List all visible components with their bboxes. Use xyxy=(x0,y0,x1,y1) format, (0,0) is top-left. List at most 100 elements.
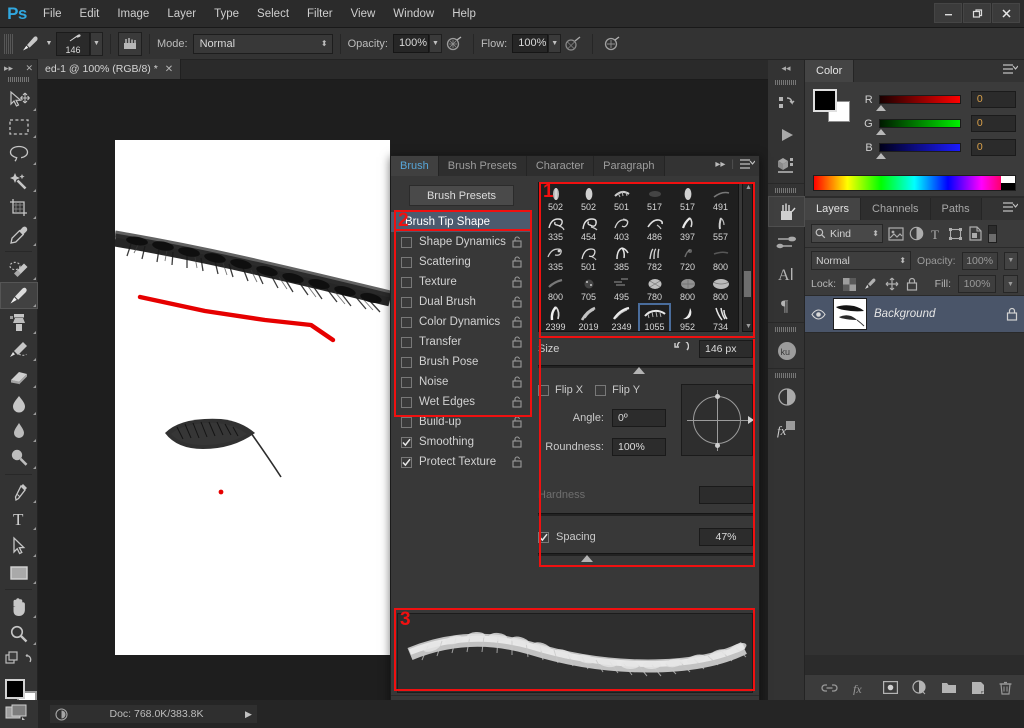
brush-panel[interactable]: Brush Brush Presets Character Paragraph … xyxy=(390,155,760,720)
tool-brush[interactable] xyxy=(0,282,38,309)
filter-shape-layers-icon[interactable] xyxy=(948,227,963,241)
channel-thumb-b[interactable] xyxy=(875,153,886,159)
foreground-swatch[interactable] xyxy=(813,89,837,112)
add-layer-mask-icon[interactable] xyxy=(883,681,898,694)
airbrush-icon[interactable] xyxy=(561,32,585,56)
brush-tip-cell[interactable]: 502 xyxy=(572,183,605,213)
status-expand-arrow-icon[interactable]: ▶ xyxy=(245,709,252,720)
brush-tip-cell[interactable]: 734 xyxy=(704,303,737,331)
menu-layer[interactable]: Layer xyxy=(158,0,205,28)
filter-adjustment-layers-icon[interactable] xyxy=(909,226,924,241)
lock-image-pixels-icon[interactable] xyxy=(863,278,878,291)
close-icon[interactable]: ✕ xyxy=(165,64,173,75)
brush-option-dual-brush[interactable]: Dual Brush xyxy=(391,292,532,312)
layer-fill-input[interactable]: 100% xyxy=(958,275,996,293)
brush-tool-icon[interactable] xyxy=(18,32,42,56)
tool-path-selection[interactable] xyxy=(0,532,38,559)
tab-channels[interactable]: Channels xyxy=(861,198,931,220)
expand-panels-icon[interactable]: ◂◂ xyxy=(768,60,804,76)
brush-tip-cell[interactable]: 800 xyxy=(671,273,704,303)
channel-slider-r[interactable] xyxy=(875,95,961,111)
brush-option-brush-tip-shape[interactable]: Brush Tip Shape xyxy=(391,212,532,232)
brush-grid-scrollbar[interactable]: ▲ ▼ xyxy=(742,182,753,332)
tool-rectangular-marquee[interactable] xyxy=(0,113,38,140)
edit-toolbar-button[interactable] xyxy=(0,647,38,671)
brush-tip-cell[interactable]: 952 xyxy=(671,303,704,331)
brush-panel-icon[interactable] xyxy=(768,196,805,227)
restore-button[interactable] xyxy=(963,3,991,23)
layer-opacity-dropdown[interactable]: ▼ xyxy=(1003,251,1019,270)
brush-tip-cell[interactable]: 800 xyxy=(704,273,737,303)
black-white-swatch[interactable] xyxy=(1001,176,1015,190)
tab-brush-presets[interactable]: Brush Presets xyxy=(438,156,527,176)
preview-icon[interactable] xyxy=(55,707,68,721)
checkbox[interactable] xyxy=(401,276,412,288)
brush-option-texture[interactable]: Texture xyxy=(391,272,532,292)
rail-grip[interactable] xyxy=(775,373,797,378)
brush-tip-cell[interactable]: 705 xyxy=(572,273,605,303)
brush-preset-chevron-icon[interactable]: ▼ xyxy=(42,32,56,56)
brush-presets-panel-icon[interactable] xyxy=(768,227,805,258)
layer-opacity-input[interactable]: 100% xyxy=(961,251,998,270)
brush-option-noise[interactable]: Noise xyxy=(391,372,532,392)
angle-input[interactable]: 0º xyxy=(612,409,666,427)
new-layer-icon[interactable] xyxy=(971,681,985,695)
tab-paragraph[interactable]: Paragraph xyxy=(594,156,665,176)
paragraph-panel-icon[interactable]: ¶ xyxy=(768,289,805,320)
scroll-up-icon[interactable]: ▲ xyxy=(745,184,752,191)
new-adjustment-layer-icon[interactable] xyxy=(912,680,927,695)
brush-option-color-dynamics[interactable]: Color Dynamics xyxy=(391,312,532,332)
brush-tip-cell[interactable]: 491 xyxy=(704,183,737,213)
filter-type-layers-icon[interactable]: T xyxy=(929,227,943,241)
rail-grip[interactable] xyxy=(775,327,797,332)
tab-brush[interactable]: Brush xyxy=(391,156,439,176)
layer-filter-kind-select[interactable]: Kind ⬍ xyxy=(811,224,883,243)
size-slider-thumb[interactable] xyxy=(633,367,645,374)
channel-thumb-r[interactable] xyxy=(875,105,886,111)
3d-panel-icon[interactable] xyxy=(768,150,805,181)
lock-transparent-pixels-icon[interactable] xyxy=(843,277,857,291)
table-row[interactable]: Background xyxy=(805,295,1024,333)
brush-tip-cell[interactable]: 397 xyxy=(671,213,704,243)
brush-tip-cell[interactable]: 495 xyxy=(605,273,638,303)
checkbox[interactable] xyxy=(401,376,412,388)
tab-layers[interactable]: Layers xyxy=(805,198,862,220)
adjustments-panel-icon[interactable] xyxy=(768,381,805,412)
brush-tip-cell[interactable]: 486 xyxy=(638,213,671,243)
flow-input[interactable]: 100% xyxy=(512,34,549,53)
flip-y-checkbox[interactable] xyxy=(595,384,607,396)
layers-list-body[interactable] xyxy=(805,333,1024,655)
brush-tip-cell[interactable]: 454 xyxy=(572,213,605,243)
checkbox[interactable] xyxy=(401,456,412,468)
layers-panel-menu-icon[interactable] xyxy=(1003,202,1018,213)
options-bar-grip[interactable] xyxy=(4,33,13,54)
filter-smart-objects-icon[interactable] xyxy=(968,226,983,241)
layer-filter-toggle[interactable] xyxy=(988,224,997,243)
menu-type[interactable]: Type xyxy=(205,0,248,28)
brush-tip-cell-selected[interactable]: 1055 xyxy=(638,303,671,331)
brush-tip-grid[interactable]: 502 502 501 517 517 491 335 454 403 486 … xyxy=(538,182,739,332)
brush-tip-cell[interactable]: 2019 xyxy=(572,303,605,331)
spacing-slider-track[interactable] xyxy=(538,553,753,556)
tool-horizontal-type[interactable]: T xyxy=(0,505,38,532)
brush-tip-cell[interactable]: 557 xyxy=(704,213,737,243)
lock-icon[interactable] xyxy=(512,276,523,288)
tool-history-brush[interactable] xyxy=(0,336,38,363)
channel-slider-g[interactable] xyxy=(875,119,961,135)
channel-thumb-g[interactable] xyxy=(875,129,886,135)
checkbox[interactable] xyxy=(401,396,412,408)
brush-tip-cell[interactable]: 335 xyxy=(539,243,572,273)
delete-layer-icon[interactable] xyxy=(999,681,1012,695)
tool-quick-selection[interactable] xyxy=(0,167,38,194)
rail-grip[interactable] xyxy=(775,188,797,193)
brush-tip-cell[interactable]: 501 xyxy=(605,183,638,213)
tool-clone-stamp[interactable] xyxy=(0,309,38,336)
tool-spot-healing-brush[interactable] xyxy=(0,255,38,282)
tool-crop[interactable] xyxy=(0,194,38,221)
brush-option-scattering[interactable]: Scattering xyxy=(391,252,532,272)
tool-hand[interactable] xyxy=(0,593,38,620)
size-slider-track[interactable] xyxy=(538,365,753,368)
brush-option-transfer[interactable]: Transfer xyxy=(391,332,532,352)
screen-mode-icon[interactable] xyxy=(5,704,31,724)
actions-panel-icon[interactable] xyxy=(768,119,805,150)
